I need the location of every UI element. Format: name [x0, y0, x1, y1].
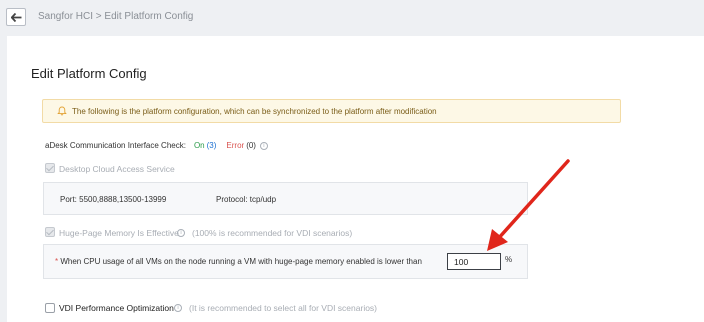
vdi-optimization-label: VDI Performance Optimization — [59, 303, 174, 313]
huge-page-label: Huge-Page Memory Is Effective — [59, 228, 179, 238]
vdi-info-icon[interactable]: i — [174, 304, 182, 312]
huge-page-hint: (100% is recommended for VDI scenarios) — [192, 228, 353, 238]
info-icon[interactable]: i — [259, 141, 268, 150]
interface-check-label: aDesk Communication Interface Check: — [45, 141, 186, 150]
required-mark: * — [55, 257, 59, 266]
alert-text: The following is the platform configurat… — [72, 107, 437, 116]
vdi-hint: (It is recommended to select all for VDI… — [189, 303, 378, 313]
desktop-cloud-label: Desktop Cloud Access Service — [59, 164, 175, 174]
page-title: Edit Platform Config — [31, 66, 147, 81]
vdi-optimization-checkbox[interactable] — [45, 303, 55, 313]
percent-unit: % — [505, 255, 513, 264]
error-count[interactable]: (0) — [246, 141, 256, 150]
bell-icon — [57, 106, 67, 116]
breadcrumb: Sangfor HCI > Edit Platform Config — [38, 11, 194, 22]
error-status-label[interactable]: Error — [226, 141, 244, 150]
desktop-cloud-checkbox[interactable] — [45, 163, 55, 173]
on-status-label[interactable]: On — [194, 141, 205, 150]
on-count[interactable]: (3) — [207, 141, 217, 150]
back-arrow-icon — [10, 12, 21, 22]
info-alert: The following is the platform configurat… — [42, 99, 621, 123]
cpu-threshold-label: * When CPU usage of all VMs on the node … — [55, 257, 422, 266]
huge-page-checkbox[interactable] — [45, 227, 55, 237]
protocol-info: Protocol: tcp/udp — [216, 195, 277, 204]
cpu-threshold-text: When CPU usage of all VMs on the node ru… — [60, 257, 422, 266]
interface-check-row: aDesk Communication Interface Check: On … — [45, 141, 268, 150]
huge-page-info-icon[interactable]: i — [177, 229, 185, 237]
cpu-threshold-input[interactable] — [447, 253, 501, 270]
port-info: Port: 5500,8888,13500-13999 — [60, 195, 167, 204]
back-button[interactable] — [6, 8, 26, 26]
top-bar: Sangfor HCI > Edit Platform Config — [0, 0, 704, 36]
